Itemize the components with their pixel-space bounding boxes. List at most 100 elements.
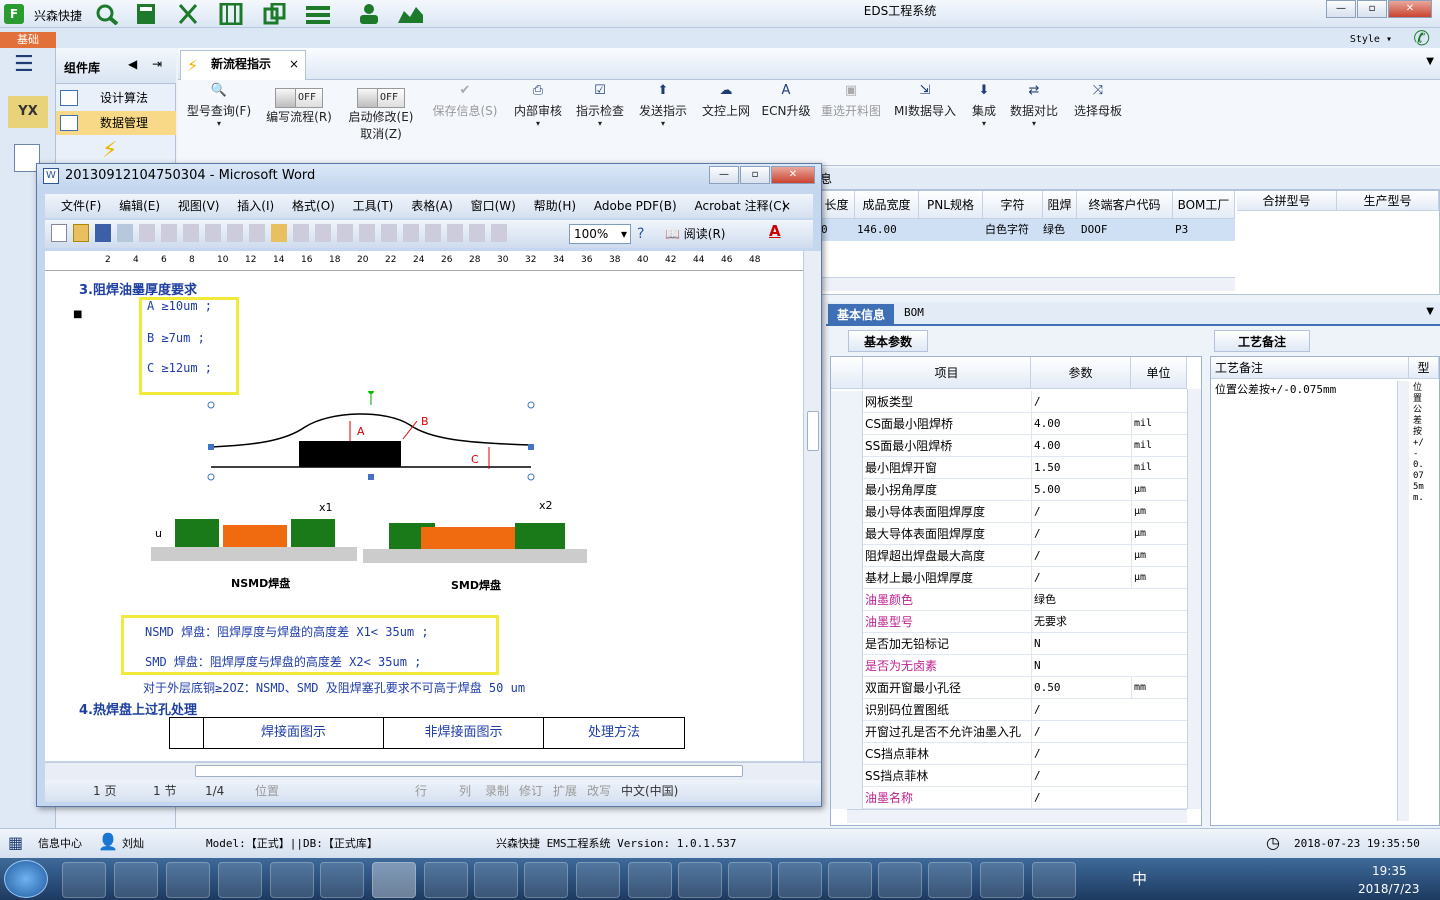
minimize-button[interactable]: —	[1326, 0, 1356, 18]
row-selector[interactable]	[831, 633, 863, 655]
grid-header[interactable]: 成品宽度	[855, 191, 919, 219]
notes-header-2[interactable]: 型	[1409, 357, 1439, 379]
grid-header[interactable]: 字符	[983, 191, 1043, 219]
font-color-icon[interactable]: A	[769, 222, 781, 240]
taskbar-app-icon[interactable]	[980, 862, 1024, 898]
param-value[interactable]: 绿色	[1031, 589, 1131, 611]
grid-header[interactable]: 阻焊	[1043, 191, 1077, 219]
row-selector[interactable]	[831, 391, 863, 413]
taskbar-app-icon[interactable]	[1032, 862, 1076, 898]
table-row[interactable]: SS挡点菲林 /	[831, 765, 1187, 787]
table-row[interactable]: CS挡点菲林 /	[831, 743, 1187, 765]
model-query-button[interactable]: 🔍 型号查询(F) ▾	[184, 80, 254, 128]
row-selector[interactable]	[831, 589, 863, 611]
row-selector[interactable]	[831, 787, 863, 809]
row-selector[interactable]	[831, 611, 863, 633]
table-row[interactable]: 识别码位置图纸 /	[831, 699, 1187, 721]
grid-header[interactable]: 参数	[1031, 357, 1131, 389]
taskbar-app-icon[interactable]	[114, 862, 158, 898]
zoom-select[interactable]: 100% ▾	[569, 224, 631, 244]
row-selector[interactable]	[831, 677, 863, 699]
status-track-changes[interactable]: 修订	[519, 780, 543, 802]
copy-icon[interactable]	[249, 224, 265, 242]
tray-time[interactable]: 19:35	[1372, 864, 1407, 878]
row-selector[interactable]	[831, 501, 863, 523]
table-row[interactable]: 开窗过孔是否不允许油墨入孔 /	[831, 721, 1187, 743]
menu-file[interactable]: 文件(F)	[61, 199, 101, 213]
ie-icon[interactable]	[166, 862, 210, 898]
doc-online-button[interactable]: ☁ 文控上网	[698, 80, 754, 119]
phone-icon[interactable]: ✆	[1413, 26, 1430, 50]
word-icon[interactable]	[372, 862, 416, 898]
menu-table[interactable]: 表格(A)	[411, 199, 453, 213]
grid-icon[interactable]: ▦	[8, 835, 23, 851]
info-center-label[interactable]: 信息中心	[38, 829, 82, 859]
excel-icon[interactable]	[524, 862, 568, 898]
insert-table-icon[interactable]	[403, 224, 419, 242]
grid-header[interactable]: 合拼型号	[1237, 191, 1337, 211]
start-modify-toggle[interactable]: OFF 启动修改(E) 取消(Z)	[344, 80, 418, 142]
close-button[interactable]: ✕	[1388, 0, 1432, 18]
taskbar-app-icon[interactable]	[218, 862, 262, 898]
tab-new-process[interactable]: ⚡ 新流程指示 ×	[180, 50, 306, 80]
status-overtype[interactable]: 改写	[587, 780, 611, 802]
taskbar-app-icon[interactable]	[320, 862, 364, 898]
row-selector[interactable]	[831, 765, 863, 787]
param-value[interactable]: N	[1031, 633, 1131, 655]
horizontal-scrollbar[interactable]	[45, 762, 821, 780]
notes-header[interactable]: 工艺备注	[1211, 357, 1409, 379]
row-selector[interactable]	[831, 435, 863, 457]
minimize-button[interactable]: —	[709, 166, 739, 184]
status-extend[interactable]: 扩展	[553, 780, 577, 802]
menu-tools[interactable]: 工具(T)	[353, 199, 394, 213]
table-row[interactable]: 是否加无铅标记 N	[831, 633, 1187, 655]
component-item-design[interactable]: 设计算法	[56, 86, 176, 110]
param-value[interactable]: /	[1031, 721, 1131, 743]
row-selector[interactable]	[831, 457, 863, 479]
table-row[interactable]: 0 146.00 白色字符 绿色 DOOF P3	[819, 219, 1235, 241]
param-value[interactable]: /	[1031, 765, 1131, 787]
document-page[interactable]: 3.阻焊油墨厚度要求 ■ A ≥10um ; B ≥7um ; C ≥12um …	[45, 271, 803, 761]
vertical-scrollbar[interactable]	[1187, 389, 1201, 809]
help-icon[interactable]: ?	[637, 226, 644, 242]
row-selector[interactable]	[831, 479, 863, 501]
table-row[interactable]: 油墨颜色 绿色	[831, 589, 1187, 611]
mi-import-button[interactable]: ⇲ MI数据导入	[892, 80, 958, 119]
save-info-button[interactable]: ✔ 保存信息(S)	[428, 80, 502, 119]
param-value[interactable]: /	[1031, 743, 1131, 765]
scroll-thumb[interactable]	[195, 765, 743, 777]
row-selector[interactable]	[831, 523, 863, 545]
taskbar-app-icon[interactable]	[878, 862, 922, 898]
excel-icon[interactable]	[424, 862, 468, 898]
param-value[interactable]: 0.50	[1031, 677, 1131, 699]
menu-acrobat-comment[interactable]: Acrobat 注释(C)	[694, 199, 786, 213]
param-value[interactable]: /	[1031, 545, 1131, 567]
table-row[interactable]: 双面开窗最小孔径 0.50 mm	[831, 677, 1187, 699]
grid-header[interactable]: 单位	[1131, 357, 1187, 389]
tab-bom[interactable]: BOM	[904, 306, 924, 319]
row-selector[interactable]	[831, 699, 863, 721]
data-compare-button[interactable]: ⇄ 数据对比 ▾	[1008, 80, 1060, 128]
style-dropdown[interactable]: Style ▾	[1350, 34, 1392, 45]
columns-icon[interactable]	[447, 224, 463, 242]
row-selector[interactable]	[831, 567, 863, 589]
taskbar-app-icon[interactable]	[62, 862, 106, 898]
print-icon[interactable]	[139, 224, 155, 242]
menu-view[interactable]: 视图(V)	[178, 199, 220, 213]
new-doc-icon[interactable]	[51, 224, 67, 242]
tab-basic-info[interactable]: 基本信息	[828, 304, 894, 326]
chevron-left-icon[interactable]: ◀	[128, 57, 137, 71]
table-row[interactable]: 最小拐角厚度 5.00 μm	[831, 479, 1187, 501]
param-value[interactable]: /	[1031, 523, 1131, 545]
ruler[interactable]: 2 4 6 8 10 12 14 16 18 20 22 24 26 28 30 32 34 36 38 40 42 44…	[45, 251, 803, 271]
table-row[interactable]: 网板类型 /	[831, 391, 1187, 413]
spelling-icon[interactable]	[183, 224, 199, 242]
maximize-button[interactable]: ▫	[1357, 0, 1387, 18]
row-selector[interactable]	[831, 545, 863, 567]
undo-icon[interactable]	[315, 224, 331, 242]
status-record[interactable]: 录制	[485, 780, 509, 802]
tab-dropdown-icon[interactable]: ▼	[1426, 56, 1434, 67]
close-button[interactable]: ✕	[771, 166, 815, 184]
reselect-cutting-button[interactable]: ▣ 重选开料图	[818, 80, 884, 119]
cut-icon[interactable]	[227, 224, 243, 242]
